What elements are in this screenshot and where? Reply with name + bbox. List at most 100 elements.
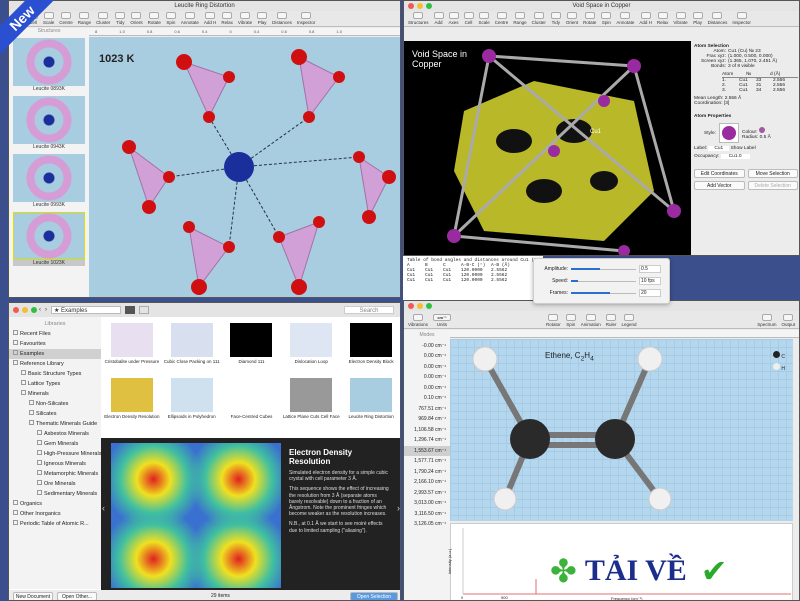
amplitude-field[interactable]: 0.5	[639, 265, 661, 273]
sidebar-item[interactable]: Basic Structure Types	[9, 369, 101, 379]
toolbar-scale-button[interactable]: Scale	[43, 12, 54, 25]
list-view-button[interactable]	[139, 306, 149, 314]
units-popup[interactable]: cm⁻¹ Units	[432, 314, 451, 327]
next-arrow[interactable]: ›	[397, 503, 400, 513]
example-item[interactable]: Ellipsoids in Polyhedron	[163, 378, 221, 431]
sidebar-item[interactable]: Igneous Minerals	[9, 459, 101, 469]
previous-arrow[interactable]: ‹	[102, 503, 105, 513]
toolbar-vibrate-button[interactable]: Vibrate	[238, 12, 252, 25]
vibrations-button[interactable]: Vibrations	[408, 314, 428, 327]
move-selection-button[interactable]: Move Selection	[747, 169, 798, 178]
toolbar-relax-button[interactable]: Relax	[657, 12, 668, 25]
mode-item[interactable]: 3,126.05 cm⁻¹	[404, 519, 450, 530]
toolbar-play-button[interactable]: Play	[692, 12, 703, 25]
toolbar-orient-button[interactable]: Orient	[130, 12, 143, 25]
radius-field[interactable]: 0.5 Å	[760, 135, 771, 140]
forward-button[interactable]: ›	[45, 305, 47, 315]
toolbar-cluster-button[interactable]: Cluster	[96, 12, 110, 25]
edit-coordinates-button[interactable]: Edit Coordinates	[694, 169, 745, 178]
sidebar-item[interactable]: Metamorphic Minerals	[9, 469, 101, 479]
mode-item[interactable]: 2,166.10 cm⁻¹	[404, 477, 450, 488]
sidebar-item[interactable]: Thematic Minerals Guide	[9, 419, 101, 429]
sidebar-item[interactable]: Minerals	[9, 389, 101, 399]
toolbar-legend-button[interactable]: Legend	[621, 314, 637, 327]
mode-item[interactable]: 0.00 cm⁻¹	[404, 351, 450, 362]
sidebar-item[interactable]: Asbestos Minerals	[9, 429, 101, 439]
structure-thumbnail[interactable]: Leucite 0893K	[13, 38, 85, 92]
atom-style-swatch[interactable]	[719, 123, 739, 143]
mode-item[interactable]: 1,790.24 cm⁻¹	[404, 467, 450, 478]
frames-field[interactable]: 20	[639, 289, 661, 297]
toolbar-distances-button[interactable]: Distances	[272, 12, 292, 25]
mode-item[interactable]: 3,116.50 cm⁻¹	[404, 509, 450, 520]
toolbar-cell-button[interactable]: Cell	[463, 12, 474, 25]
mode-item[interactable]: 0.00 cm⁻¹	[404, 362, 450, 373]
table-row[interactable]: 3. Cu1 34 2.556	[722, 88, 798, 93]
toolbar-add-button[interactable]: Add	[433, 12, 444, 25]
toolbar-rotator-button[interactable]: Rotator	[546, 314, 561, 327]
toolbar-spin-button[interactable]: Spin	[601, 12, 612, 25]
mode-item[interactable]: 1,296.74 cm⁻¹	[404, 435, 450, 446]
mode-item[interactable]: 1,553.67 cm⁻¹	[404, 445, 450, 456]
toolbar-axes-button[interactable]: Axes	[448, 12, 459, 25]
mode-item[interactable]: 2,993.57 cm⁻¹	[404, 488, 450, 499]
sidebar-item[interactable]: Sedimentary Minerals	[9, 489, 101, 499]
new-document-button[interactable]: New Document	[13, 591, 53, 600]
example-item[interactable]: Electron Density Block	[342, 323, 400, 376]
toolbar-tidy-button[interactable]: Tidy	[115, 12, 126, 25]
example-item[interactable]: Cristobalite under Pressure	[103, 323, 161, 376]
toolbar-distances-button[interactable]: Distances	[708, 12, 727, 25]
toolbar-vibrate-button[interactable]: Vibrate	[673, 12, 688, 25]
toolbar-range-button[interactable]: Range	[78, 12, 91, 25]
sidebar-item[interactable]: Reference Library	[9, 359, 101, 369]
amplitude-slider[interactable]	[571, 268, 636, 270]
occupancy-field[interactable]: Cu1.0	[720, 154, 750, 159]
location-popup[interactable]: ★ Examples	[51, 306, 121, 314]
example-item[interactable]: Leucite Ring Distortion	[342, 378, 400, 431]
speed-field[interactable]: 10 fps	[639, 277, 661, 285]
mode-item[interactable]: 767.51 cm⁻¹	[404, 404, 450, 415]
colour-well[interactable]	[758, 126, 765, 133]
toolbar-spin-button[interactable]: Spin	[165, 12, 176, 25]
toolbar-spectrum-button[interactable]: Spectrum	[757, 314, 776, 327]
sidebar-item[interactable]: Lattice Types	[9, 379, 101, 389]
example-item[interactable]: Dislocation Loop	[282, 323, 340, 376]
sidebar-item[interactable]: Non-Silicates	[9, 399, 101, 409]
section-atom-properties[interactable]: Atom Properties	[694, 114, 798, 119]
sidebar-item[interactable]: High-Pressure Minerals	[9, 449, 101, 459]
sidebar-item[interactable]: Favourites	[9, 339, 101, 349]
sidebar-item[interactable]: Silicates	[9, 409, 101, 419]
search-input[interactable]: Search	[344, 306, 394, 314]
mode-item[interactable]: 1,106.58 cm⁻¹	[404, 425, 450, 436]
add-vector-button[interactable]: Add Vector	[694, 181, 745, 190]
toolbar-centre-button[interactable]: Centre	[495, 12, 508, 25]
toolbar-scale-button[interactable]: Scale	[479, 12, 490, 25]
toolbar-range-button[interactable]: Range	[513, 12, 527, 25]
example-item[interactable]: Lattice Plane Cuts Cell Face	[282, 378, 340, 431]
toolbar-add-h-button[interactable]: Add H	[204, 12, 216, 25]
mode-item[interactable]: -0.00 cm⁻¹	[404, 341, 450, 352]
delete-selection-button[interactable]: Delete Selection	[747, 181, 798, 190]
example-item[interactable]: Cubic Close Packing on 111	[163, 323, 221, 376]
example-item[interactable]: Electron Density Resolution	[103, 378, 161, 431]
toolbar-centre-button[interactable]: Centre	[59, 12, 73, 25]
sidebar-item[interactable]: Ore Minerals	[9, 479, 101, 489]
sidebar-item[interactable]: Gem Minerals	[9, 439, 101, 449]
toolbar-relax-button[interactable]: Relax	[221, 12, 233, 25]
mode-item[interactable]: 3,013.00 cm⁻¹	[404, 498, 450, 509]
toolbar-orient-button[interactable]: Orient	[566, 12, 578, 25]
sidebar-item[interactable]: Examples	[9, 349, 101, 359]
toolbar-structures-button[interactable]: Structures	[408, 12, 429, 25]
icon-view-button[interactable]	[125, 306, 135, 314]
molecule-viewport[interactable]: Ethene, C2H4 C H	[450, 339, 793, 521]
label-field[interactable]: Cu1	[708, 146, 730, 151]
example-item[interactable]: Face-Centred Cubes	[223, 378, 281, 431]
structure-thumbnail[interactable]: Leucite 0943K	[13, 96, 85, 150]
sidebar-item[interactable]: Other Inorganics	[9, 509, 101, 519]
toolbar-tidy-button[interactable]: Tidy	[550, 12, 561, 25]
structure-thumbnail[interactable]: Leucite 0993K	[13, 154, 85, 208]
frames-slider[interactable]	[571, 292, 636, 294]
mode-item[interactable]: 0.00 cm⁻¹	[404, 383, 450, 394]
toolbar-cluster-button[interactable]: Cluster	[532, 12, 546, 25]
structure-thumbnail[interactable]: Leucite 1023K	[13, 212, 85, 266]
